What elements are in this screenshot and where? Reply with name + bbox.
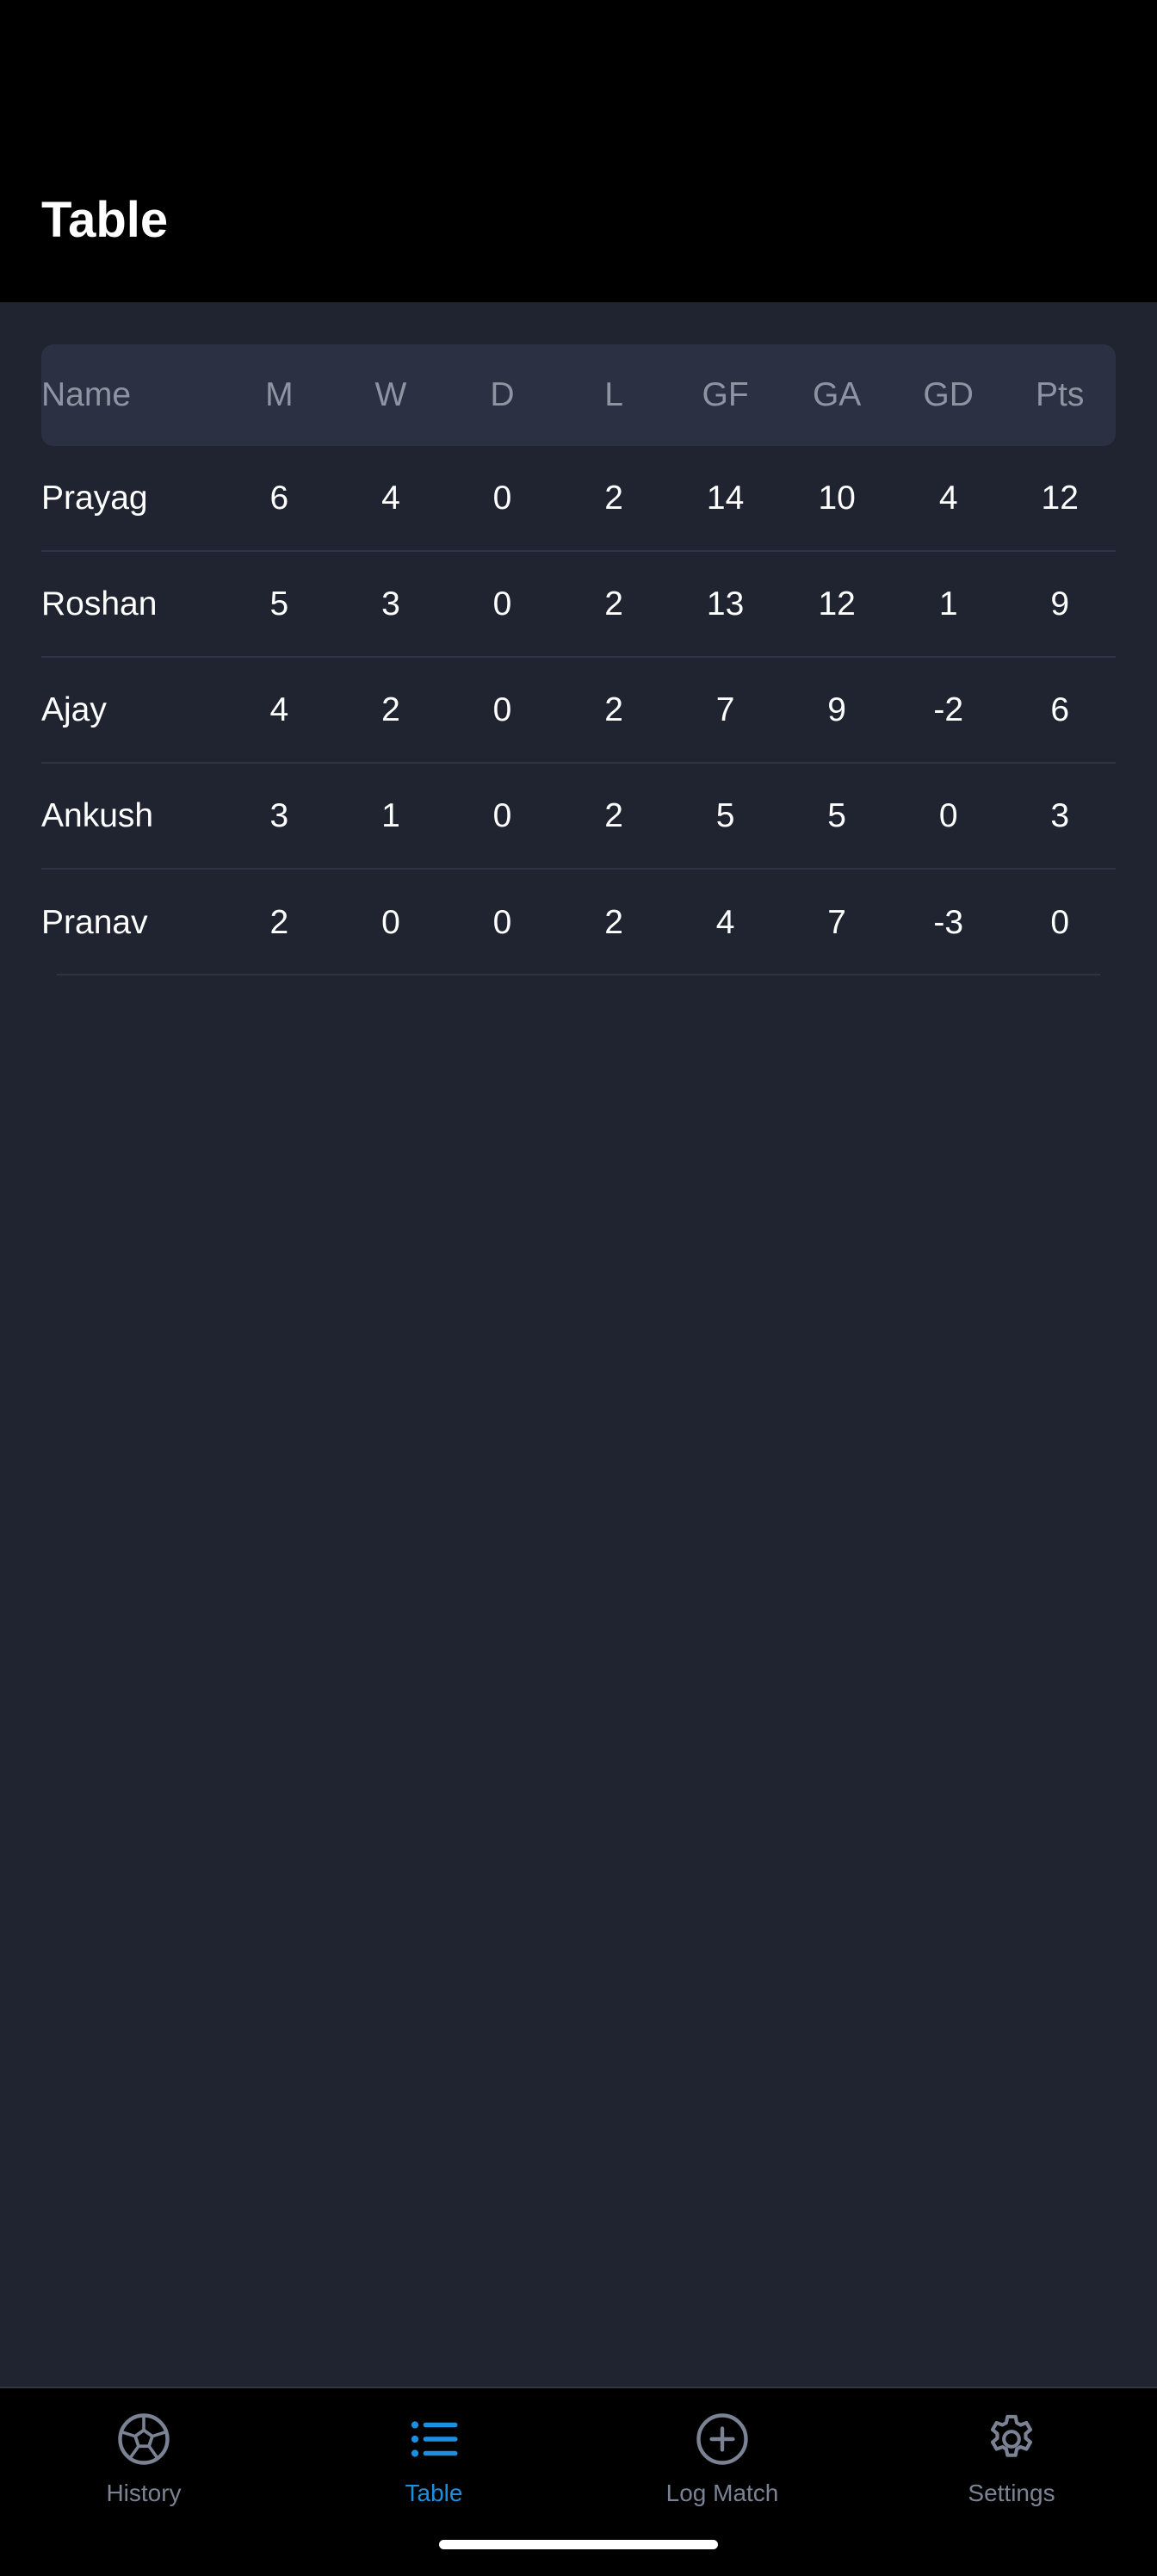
losses-value: 2 [604, 690, 623, 728]
goals-against-value: 9 [827, 690, 846, 728]
table-row[interactable]: Roshan 5 3 0 2 13 12 1 9 [41, 552, 1116, 658]
wins-value: 2 [381, 690, 400, 728]
matches-value: 3 [269, 796, 289, 834]
goals-against-value: 7 [827, 903, 846, 941]
column-header-matches[interactable]: M [224, 376, 336, 414]
draws-value: 0 [492, 690, 512, 728]
draws-value: 0 [492, 796, 512, 834]
nav-label-settings: Settings [968, 2480, 1055, 2506]
points-value: 0 [1050, 903, 1070, 941]
list-icon [411, 2421, 458, 2457]
nav-item-table[interactable]: Table [339, 2411, 529, 2531]
losses-value: 2 [604, 479, 623, 517]
wins-value: 4 [381, 479, 400, 517]
wins-value: 3 [381, 585, 400, 622]
goals-against-value: 12 [818, 585, 856, 622]
matches-value: 4 [269, 690, 289, 728]
draws-value: 0 [492, 479, 512, 517]
gear-icon [990, 2414, 1033, 2457]
plus-circle-icon [696, 2413, 748, 2465]
column-header-name[interactable]: Name [41, 376, 224, 414]
player-name: Ajay [41, 690, 107, 728]
losses-value: 2 [604, 796, 623, 834]
losses-value: 2 [604, 903, 623, 941]
points-value: 6 [1050, 690, 1070, 728]
points-value: 3 [1050, 796, 1070, 834]
goals-against-value: 5 [827, 796, 846, 834]
player-name: Roshan [41, 585, 158, 622]
nav-label-history: History [106, 2480, 182, 2506]
goals-for-value: 7 [715, 690, 735, 728]
draws-value: 0 [492, 903, 512, 941]
goals-against-value: 10 [818, 479, 856, 517]
column-header-goal-difference[interactable]: GD [893, 376, 1005, 414]
matches-value: 6 [269, 479, 289, 517]
nav-item-settings[interactable]: Settings [917, 2411, 1106, 2531]
points-value: 9 [1050, 585, 1070, 622]
draws-value: 0 [492, 585, 512, 622]
table-row[interactable]: Pranav 2 0 0 2 4 7 -3 0 [41, 870, 1116, 975]
table-row[interactable]: Ankush 3 1 0 2 5 5 0 3 [41, 764, 1116, 870]
matches-value: 5 [269, 585, 289, 622]
matches-value: 2 [269, 903, 289, 941]
standings-table: Name M W D L GF GA GD Pts Prayag 6 4 0 2… [41, 344, 1116, 975]
player-name: Pranav [41, 903, 148, 941]
goal-difference-value: 0 [938, 796, 958, 834]
nav-label-log-match: Log Match [665, 2480, 779, 2506]
table-header: Name M W D L GF GA GD Pts [41, 344, 1116, 446]
goal-difference-value: -3 [933, 903, 964, 941]
goal-difference-value: 4 [938, 479, 958, 517]
points-value: 12 [1041, 479, 1079, 517]
wins-value: 1 [381, 796, 400, 834]
page-title: Table [41, 192, 169, 248]
goal-difference-value: -2 [933, 690, 964, 728]
soccer-ball-icon [118, 2413, 170, 2465]
player-name: Prayag [41, 479, 148, 517]
column-header-goals-for[interactable]: GF [670, 376, 782, 414]
column-header-wins[interactable]: W [335, 376, 447, 414]
losses-value: 2 [604, 585, 623, 622]
app-header: Table [0, 0, 1157, 302]
column-header-losses[interactable]: L [558, 376, 670, 414]
goal-difference-value: 1 [938, 585, 958, 622]
column-header-goals-against[interactable]: GA [781, 376, 893, 414]
player-name: Ankush [41, 796, 154, 834]
goals-for-value: 5 [715, 796, 735, 834]
nav-item-history[interactable]: History [49, 2411, 238, 2531]
column-header-points[interactable]: Pts [1004, 376, 1116, 414]
wins-value: 0 [381, 903, 400, 941]
goals-for-value: 4 [715, 903, 735, 941]
nav-item-log-match[interactable]: Log Match [628, 2411, 817, 2531]
screen: Table Name M W D L GF GA GD Pts Prayag 6… [0, 0, 1157, 2576]
table-row[interactable]: Prayag 6 4 0 2 14 10 4 12 [41, 446, 1116, 552]
column-header-draws[interactable]: D [447, 376, 559, 414]
goals-for-value: 14 [706, 479, 745, 517]
table-row[interactable]: Ajay 4 2 0 2 7 9 -2 6 [41, 658, 1116, 764]
goals-for-value: 13 [706, 585, 745, 622]
nav-label-table: Table [405, 2480, 463, 2506]
home-indicator[interactable] [439, 2540, 718, 2549]
